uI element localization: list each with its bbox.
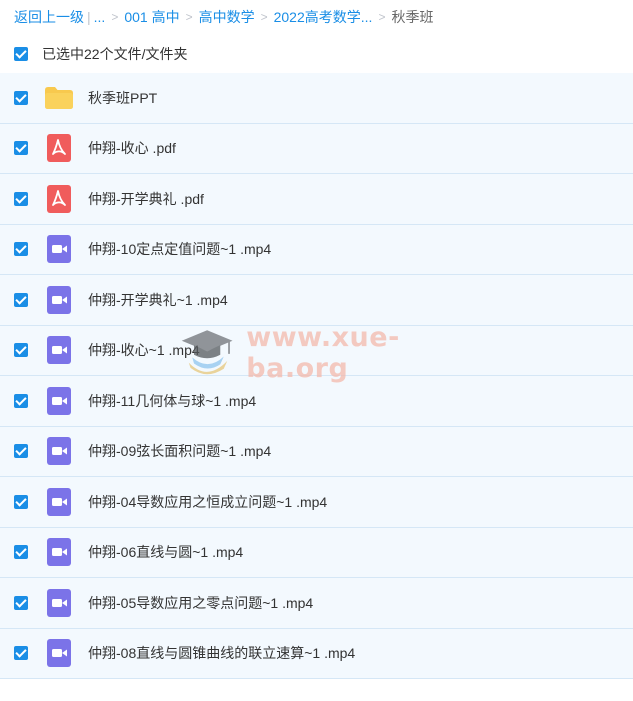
file-row[interactable]: 仲翔-06直线与圆~1 .mp4 [0,527,633,578]
file-name[interactable]: 仲翔-06直线与圆~1 .mp4 [88,542,243,562]
breadcrumb-item[interactable]: 001 高中 [124,7,179,27]
file-checkbox[interactable] [14,545,28,560]
breadcrumb: 返回上一级 | ... > 001 高中 > 高中数学 > 2022高考数学..… [14,0,629,34]
breadcrumb-item[interactable]: 2022高考数学... [274,7,373,27]
file-row[interactable]: 仲翔-08直线与圆锥曲线的联立速算~1 .mp4 [0,628,633,679]
file-row[interactable]: 仲翔-04导数应用之恒成立问题~1 .mp4 [0,477,633,528]
breadcrumb-ellipsis[interactable]: ... [94,9,106,25]
file-row[interactable]: 仲翔-开学典礼~1 .mp4 [0,275,633,326]
file-name[interactable]: 仲翔-08直线与圆锥曲线的联立速算~1 .mp4 [88,643,355,663]
video-icon [45,487,73,516]
file-checkbox[interactable] [14,646,28,661]
file-checkbox[interactable] [14,191,28,206]
file-checkbox[interactable] [14,292,28,307]
file-checkbox[interactable] [14,242,28,257]
folder-icon [45,84,73,112]
file-checkbox[interactable] [14,444,28,459]
file-row[interactable]: 仲翔-开学典礼 .pdf [0,174,633,225]
file-name[interactable]: 仲翔-05导数应用之零点问题~1 .mp4 [88,593,313,613]
file-name[interactable]: 仲翔-04导数应用之恒成立问题~1 .mp4 [88,492,327,512]
breadcrumb-item[interactable]: 高中数学 [199,7,255,27]
file-row[interactable]: 秋季班PPT [0,73,633,124]
breadcrumb-current: 秋季班 [391,9,434,25]
selection-bar: 已选中22个文件/文件夹 [0,36,633,72]
pdf-icon [45,184,73,213]
select-all-checkbox[interactable] [14,47,28,61]
breadcrumb-separator: > [378,10,386,24]
video-icon [45,639,73,668]
file-name[interactable]: 仲翔-11几何体与球~1 .mp4 [88,391,256,411]
file-name[interactable]: 仲翔-开学典礼~1 .mp4 [88,290,228,310]
file-checkbox[interactable] [14,494,28,509]
video-icon [45,235,73,264]
file-checkbox[interactable] [14,90,28,105]
file-checkbox[interactable] [14,141,28,156]
file-row[interactable]: 仲翔-收心 .pdf [0,123,633,174]
breadcrumb-separator: > [185,10,193,24]
pdf-icon [45,134,73,163]
video-icon [45,588,73,617]
file-name[interactable]: 仲翔-10定点定值问题~1 .mp4 [88,239,271,259]
file-checkbox[interactable] [14,343,28,358]
file-list: 秋季班PPT 仲翔-收心 .pdf 仲翔-开学典礼 .pdf 仲翔-10定点定值问题~… [0,73,633,679]
file-row[interactable]: 仲翔-收心~1 .mp4 [0,325,633,376]
file-row[interactable]: 仲翔-05导数应用之零点问题~1 .mp4 [0,578,633,629]
file-name[interactable]: 秋季班PPT [88,88,157,108]
back-link[interactable]: 返回上一级 [14,7,84,27]
file-name[interactable]: 仲翔-收心~1 .mp4 [88,340,200,360]
video-icon [45,386,73,415]
video-icon [45,437,73,466]
breadcrumb-separator: > [111,10,119,24]
file-row[interactable]: 仲翔-09弦长面积问题~1 .mp4 [0,426,633,477]
selection-count-label: 已选中22个文件/文件夹 [42,46,188,62]
video-icon [45,538,73,567]
breadcrumb-divider: | [87,9,91,25]
video-icon [45,285,73,314]
file-checkbox[interactable] [14,393,28,408]
video-icon [45,336,73,365]
file-checkbox[interactable] [14,595,28,610]
file-name[interactable]: 仲翔-09弦长面积问题~1 .mp4 [88,441,271,461]
file-name[interactable]: 仲翔-收心 .pdf [88,138,176,158]
file-row[interactable]: 仲翔-11几何体与球~1 .mp4 [0,376,633,427]
file-row[interactable]: 仲翔-10定点定值问题~1 .mp4 [0,224,633,275]
breadcrumb-separator: > [260,10,268,24]
file-name[interactable]: 仲翔-开学典礼 .pdf [88,189,204,209]
